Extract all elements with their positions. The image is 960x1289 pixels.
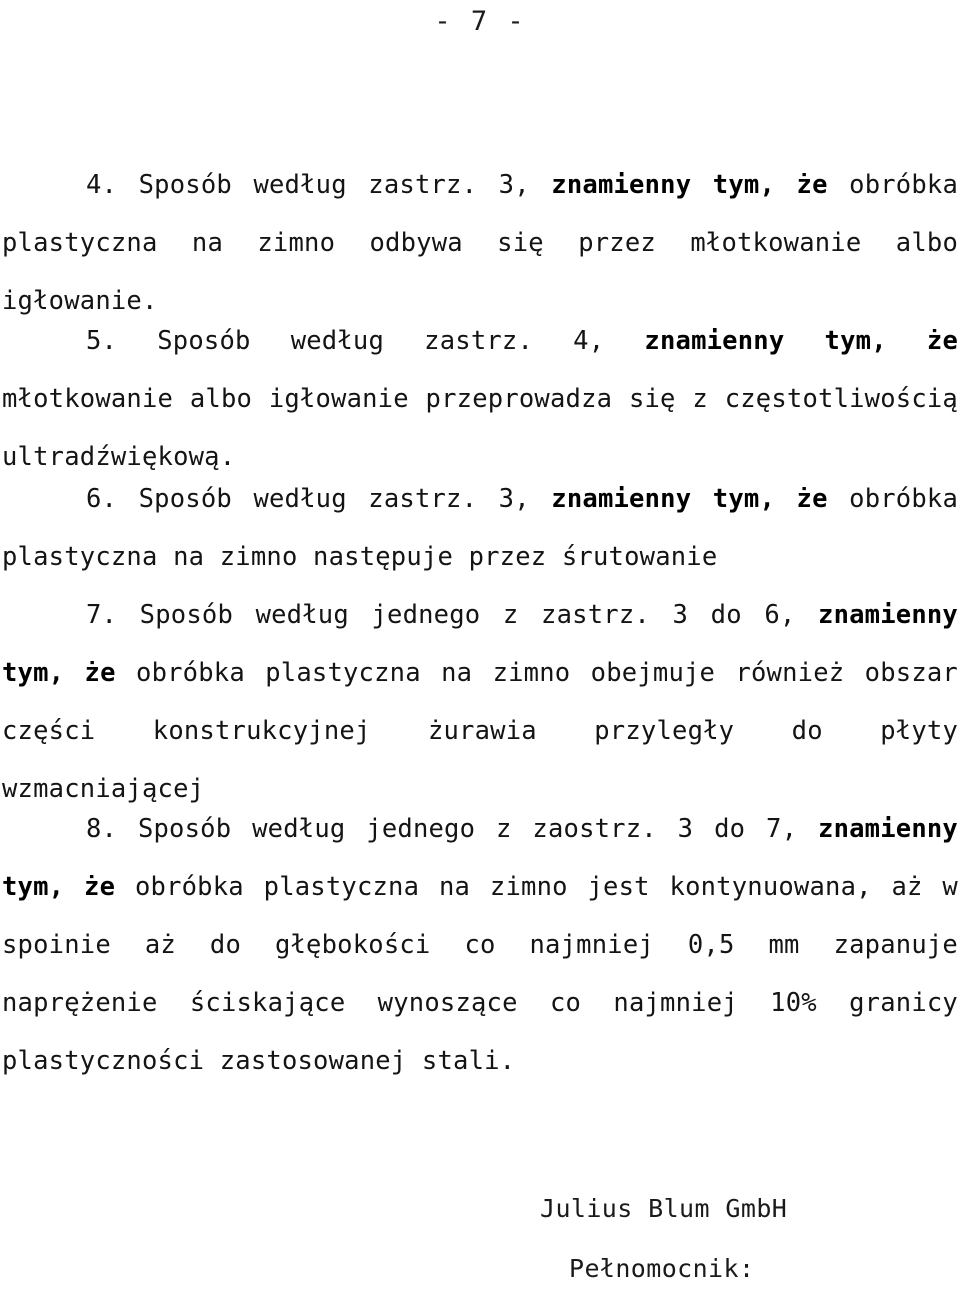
claim-6-emphasis: znamienny tym, że [551, 484, 828, 514]
signature-role-label: Pełnomocnik: [569, 1254, 755, 1283]
claim-8-lead: 8. Sposób według jednego z zaostrz. 3 do… [86, 814, 819, 844]
claim-4-lead: 4. Sposób według zastrz. 3, [86, 170, 552, 200]
signature-block: Julius Blum GmbH Pełnomocnik: [540, 1192, 960, 1286]
page-number: - 7 - [434, 6, 526, 37]
claim-4-emphasis: znamienny tym, że [551, 170, 828, 200]
claim-5-emphasis: znamienny tym, że [644, 326, 958, 356]
claim-7-rest: obróbka plastyczna na zimno obejmuje rów… [2, 658, 958, 804]
document-page: - 7 - 4. Sposób według zastrz. 3, znamie… [0, 0, 960, 1289]
claim-item-8: 8. Sposób według jednego z zaostrz. 3 do… [2, 800, 958, 1090]
claim-5-rest: młotkowanie albo igłowanie przeprowadza … [2, 384, 958, 472]
signature-company-name: Julius Blum GmbH [540, 1194, 788, 1223]
claim-7-lead: 7. Sposób według jednego z zastrz. 3 do … [86, 600, 819, 630]
claim-item-7: 7. Sposób według jednego z zastrz. 3 do … [2, 586, 958, 818]
claim-item-6: 6. Sposób według zastrz. 3, znamienny ty… [2, 470, 958, 586]
claim-5-lead: 5. Sposób według zastrz. 4, [86, 326, 645, 356]
claim-8-rest: obróbka plastyczna na zimno jest kontynu… [2, 872, 958, 1076]
claim-6-lead: 6. Sposób według zastrz. 3, [86, 484, 552, 514]
